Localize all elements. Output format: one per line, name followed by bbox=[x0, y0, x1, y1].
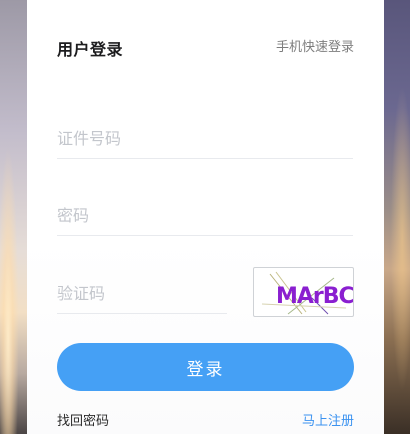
background-right bbox=[384, 0, 410, 434]
captcha-graphic: MArBC bbox=[261, 271, 353, 315]
register-link[interactable]: 马上注册 bbox=[302, 410, 354, 429]
login-button[interactable]: 登录 bbox=[57, 343, 354, 391]
password-input[interactable] bbox=[57, 195, 353, 236]
login-title: 用户登录 bbox=[57, 40, 124, 59]
forgot-password-link[interactable]: 找回密码 bbox=[57, 410, 109, 429]
phone-quick-login-link[interactable]: 手机快速登录 bbox=[276, 36, 354, 55]
captcha-input[interactable] bbox=[57, 273, 227, 314]
id-number-input[interactable] bbox=[57, 118, 353, 159]
background-left bbox=[0, 0, 27, 434]
captcha-text: MArBC bbox=[276, 284, 353, 309]
captcha-image[interactable]: MArBC bbox=[253, 267, 354, 317]
